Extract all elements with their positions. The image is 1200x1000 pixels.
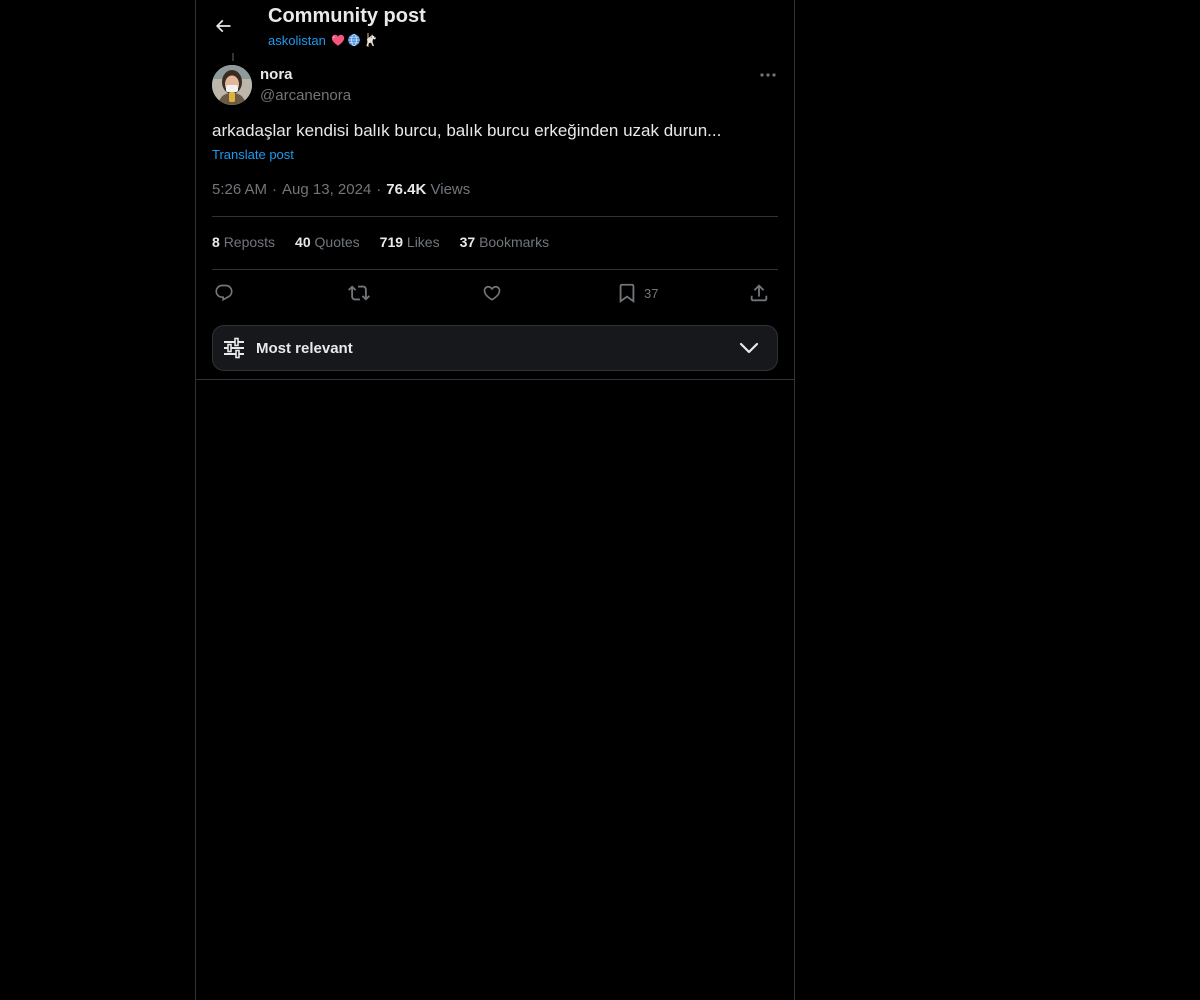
reply-button[interactable] xyxy=(214,281,234,305)
reposts-count: 8 xyxy=(212,234,220,250)
main-column: Community post askolistan nora @arcaneno… xyxy=(195,0,795,1000)
bookmark-button[interactable]: 37 xyxy=(616,281,658,305)
thread-connector xyxy=(232,53,234,61)
bookmarks-count: 37 xyxy=(459,234,476,250)
likes-label: Likes xyxy=(406,234,440,250)
sort-label: Most relevant xyxy=(256,340,353,357)
globe-emoji-icon xyxy=(348,33,360,47)
meta-separator: · xyxy=(376,181,382,198)
views-count: 76.4K xyxy=(386,181,427,198)
reply-sort-dropdown[interactable]: Most relevant xyxy=(212,325,778,371)
community-link[interactable]: askolistan xyxy=(268,32,379,48)
profile-photo-icon xyxy=(212,65,252,105)
page-title: Community post xyxy=(268,5,426,27)
arrow-left-icon xyxy=(215,19,231,33)
post-metadata: 5:26 AM · Aug 13, 2024 · 76.4K Views xyxy=(212,181,470,198)
share-icon xyxy=(750,284,768,302)
more-options-button[interactable] xyxy=(756,66,780,84)
sliders-icon xyxy=(224,337,244,359)
post-date[interactable]: Aug 13, 2024 xyxy=(282,181,371,198)
bookmarks-label: Bookmarks xyxy=(479,234,550,250)
post-time[interactable]: 5:26 AM xyxy=(212,181,267,198)
heart-emoji-icon xyxy=(331,34,344,46)
post-stats: 8 Reposts 40 Quotes 719 Likes 37 Bookmar… xyxy=(212,234,549,250)
back-button[interactable] xyxy=(206,9,240,43)
quotes-stat[interactable]: 40 Quotes xyxy=(295,234,360,250)
carousel-horse-emoji-icon xyxy=(366,33,376,47)
bookmark-icon xyxy=(619,283,635,304)
bookmark-count: 37 xyxy=(644,285,659,301)
meta-separator: · xyxy=(272,181,278,198)
repost-button[interactable] xyxy=(348,281,370,305)
more-dots-icon xyxy=(760,73,776,77)
reply-icon xyxy=(215,284,233,302)
reposts-label: Reposts xyxy=(223,234,276,250)
chevron-down-icon xyxy=(739,342,759,354)
quotes-label: Quotes xyxy=(314,234,360,250)
likes-stat[interactable]: 719 Likes xyxy=(380,234,440,250)
action-bar: 37 xyxy=(212,281,778,305)
post-text: arkadaşlar kendisi balık burcu, balık bu… xyxy=(212,121,722,140)
share-button[interactable] xyxy=(748,281,770,305)
quotes-count: 40 xyxy=(295,234,311,250)
reposts-stat[interactable]: 8 Reposts xyxy=(212,234,275,250)
divider xyxy=(212,269,778,270)
translate-post-link[interactable]: Translate post xyxy=(212,147,294,162)
like-button[interactable] xyxy=(482,281,502,305)
section-divider xyxy=(196,379,794,380)
likes-count: 719 xyxy=(379,234,404,250)
avatar[interactable] xyxy=(212,65,252,105)
author-handle[interactable]: @arcanenora xyxy=(260,87,351,104)
page-header: Community post askolistan xyxy=(196,0,794,53)
views-label: Views xyxy=(430,181,471,198)
divider xyxy=(212,216,778,217)
community-name: askolistan xyxy=(268,32,326,48)
bookmarks-stat[interactable]: 37 Bookmarks xyxy=(460,234,550,250)
author-name[interactable]: nora xyxy=(260,66,293,83)
repost-icon xyxy=(348,285,370,301)
heart-icon xyxy=(483,285,501,301)
